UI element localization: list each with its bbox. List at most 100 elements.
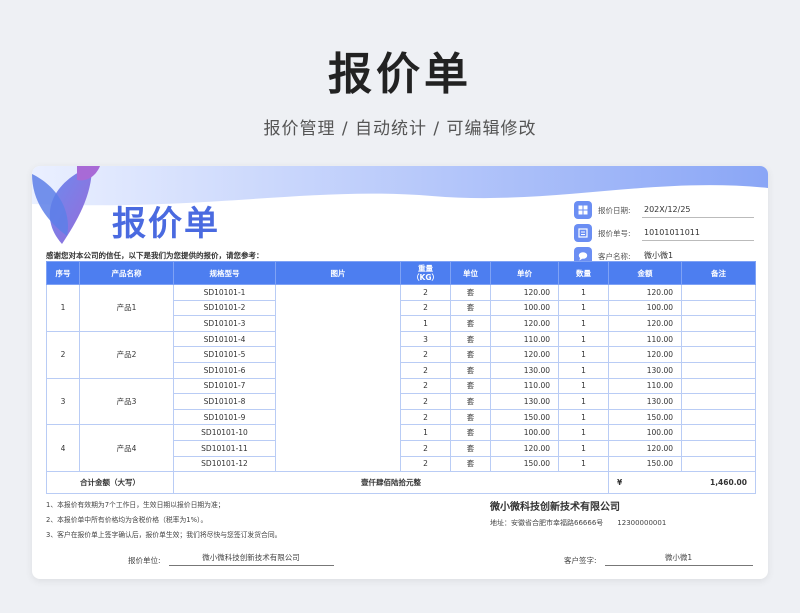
cell-product[interactable]: 产品4: [79, 424, 174, 473]
cell-amount[interactable]: 150.00: [608, 408, 682, 426]
cell-remark[interactable]: [681, 377, 756, 395]
cell-weight[interactable]: 1: [400, 424, 451, 441]
cell-spec[interactable]: SD10101-6: [173, 361, 276, 379]
cell-spec[interactable]: SD10101-8: [173, 393, 276, 410]
cell-weight[interactable]: 3: [400, 330, 451, 348]
cell-weight[interactable]: 2: [400, 284, 451, 301]
cell-spec[interactable]: SD10101-11: [173, 439, 276, 457]
cell-qty[interactable]: 1: [558, 455, 609, 473]
cell-qty[interactable]: 1: [558, 330, 609, 348]
cell-seq[interactable]: 1: [46, 284, 80, 332]
cell-price[interactable]: 120.00: [490, 284, 559, 301]
cell-amount[interactable]: 120.00: [608, 439, 682, 457]
cell-weight[interactable]: 2: [400, 393, 451, 410]
cell-unit[interactable]: 套: [450, 361, 491, 379]
cell-spec[interactable]: SD10101-9: [173, 408, 276, 426]
cell-unit[interactable]: 套: [450, 424, 491, 441]
total-amount-cell[interactable]: ¥ 1,460.00: [608, 471, 756, 495]
info-customer-label: 客户名称:: [598, 251, 631, 261]
cell-qty[interactable]: 1: [558, 315, 609, 332]
cell-unit[interactable]: 套: [450, 377, 491, 395]
cell-remark[interactable]: [681, 315, 756, 332]
cell-remark[interactable]: [681, 361, 756, 379]
cell-remark[interactable]: [681, 393, 756, 410]
cell-seq[interactable]: 4: [46, 424, 80, 473]
cell-price[interactable]: 120.00: [490, 439, 559, 457]
cell-price[interactable]: 100.00: [490, 424, 559, 441]
cell-product[interactable]: 产品2: [79, 330, 174, 379]
cell-unit[interactable]: 套: [450, 455, 491, 473]
info-number-value[interactable]: 10101011011: [642, 226, 754, 241]
cell-weight[interactable]: 2: [400, 439, 451, 457]
cell-weight[interactable]: 2: [400, 299, 451, 317]
cell-price[interactable]: 100.00: [490, 299, 559, 317]
cell-spec[interactable]: SD10101-1: [173, 284, 276, 301]
cell-unit[interactable]: 套: [450, 408, 491, 426]
cell-unit[interactable]: 套: [450, 284, 491, 301]
cell-remark[interactable]: [681, 424, 756, 441]
cell-qty[interactable]: 1: [558, 346, 609, 363]
cell-remark[interactable]: [681, 439, 756, 457]
cell-qty[interactable]: 1: [558, 299, 609, 317]
cell-weight[interactable]: 2: [400, 455, 451, 473]
cell-remark[interactable]: [681, 408, 756, 426]
cell-amount[interactable]: 130.00: [608, 393, 682, 410]
cell-price[interactable]: 150.00: [490, 408, 559, 426]
cell-price[interactable]: 150.00: [490, 455, 559, 473]
cell-unit[interactable]: 套: [450, 346, 491, 363]
cell-qty[interactable]: 1: [558, 361, 609, 379]
cell-remark[interactable]: [681, 330, 756, 348]
cell-unit[interactable]: 套: [450, 315, 491, 332]
cell-unit[interactable]: 套: [450, 393, 491, 410]
cell-amount[interactable]: 130.00: [608, 361, 682, 379]
cell-qty[interactable]: 1: [558, 393, 609, 410]
cell-unit[interactable]: 套: [450, 439, 491, 457]
cell-qty[interactable]: 1: [558, 439, 609, 457]
cell-unit[interactable]: 套: [450, 330, 491, 348]
cell-spec[interactable]: SD10101-4: [173, 330, 276, 348]
cell-qty[interactable]: 1: [558, 408, 609, 426]
cell-qty[interactable]: 1: [558, 377, 609, 395]
cell-remark[interactable]: [681, 284, 756, 301]
cell-weight[interactable]: 2: [400, 408, 451, 426]
cell-price[interactable]: 130.00: [490, 393, 559, 410]
cell-spec[interactable]: SD10101-2: [173, 299, 276, 317]
cell-spec[interactable]: SD10101-3: [173, 315, 276, 332]
cell-remark[interactable]: [681, 299, 756, 317]
cell-amount[interactable]: 100.00: [608, 299, 682, 317]
cell-amount[interactable]: 120.00: [608, 346, 682, 363]
cell-image[interactable]: [275, 283, 401, 473]
cell-price[interactable]: 110.00: [490, 330, 559, 348]
cell-product[interactable]: 产品1: [79, 284, 174, 332]
cell-weight[interactable]: 2: [400, 377, 451, 395]
cell-seq[interactable]: 3: [46, 377, 80, 426]
cell-spec[interactable]: SD10101-10: [173, 424, 276, 441]
cell-amount[interactable]: 120.00: [608, 284, 682, 301]
cell-amount[interactable]: 110.00: [608, 330, 682, 348]
cell-weight[interactable]: 1: [400, 315, 451, 332]
cell-amount[interactable]: 110.00: [608, 377, 682, 395]
cell-spec[interactable]: SD10101-12: [173, 455, 276, 473]
cell-remark[interactable]: [681, 455, 756, 473]
cell-amount[interactable]: 150.00: [608, 455, 682, 473]
cell-unit[interactable]: 套: [450, 299, 491, 317]
cell-qty[interactable]: 1: [558, 284, 609, 301]
total-words[interactable]: 壹仟肆佰陆拾元整: [173, 471, 609, 495]
cell-weight[interactable]: 2: [400, 361, 451, 379]
cell-weight[interactable]: 2: [400, 346, 451, 363]
cell-price[interactable]: 130.00: [490, 361, 559, 379]
cell-seq[interactable]: 2: [46, 330, 80, 379]
quoter-value[interactable]: 微小微科技创新技术有限公司: [168, 552, 334, 566]
cell-amount[interactable]: 120.00: [608, 315, 682, 332]
cell-price[interactable]: 120.00: [490, 346, 559, 363]
customer-value[interactable]: 微小微1: [604, 552, 753, 566]
cell-spec[interactable]: SD10101-7: [173, 377, 276, 395]
cell-product[interactable]: 产品3: [79, 377, 174, 426]
cell-qty[interactable]: 1: [558, 424, 609, 441]
info-date-value[interactable]: 202X/12/25: [642, 203, 754, 218]
cell-price[interactable]: 120.00: [490, 315, 559, 332]
cell-price[interactable]: 110.00: [490, 377, 559, 395]
cell-amount[interactable]: 100.00: [608, 424, 682, 441]
cell-spec[interactable]: SD10101-5: [173, 346, 276, 363]
cell-remark[interactable]: [681, 346, 756, 363]
